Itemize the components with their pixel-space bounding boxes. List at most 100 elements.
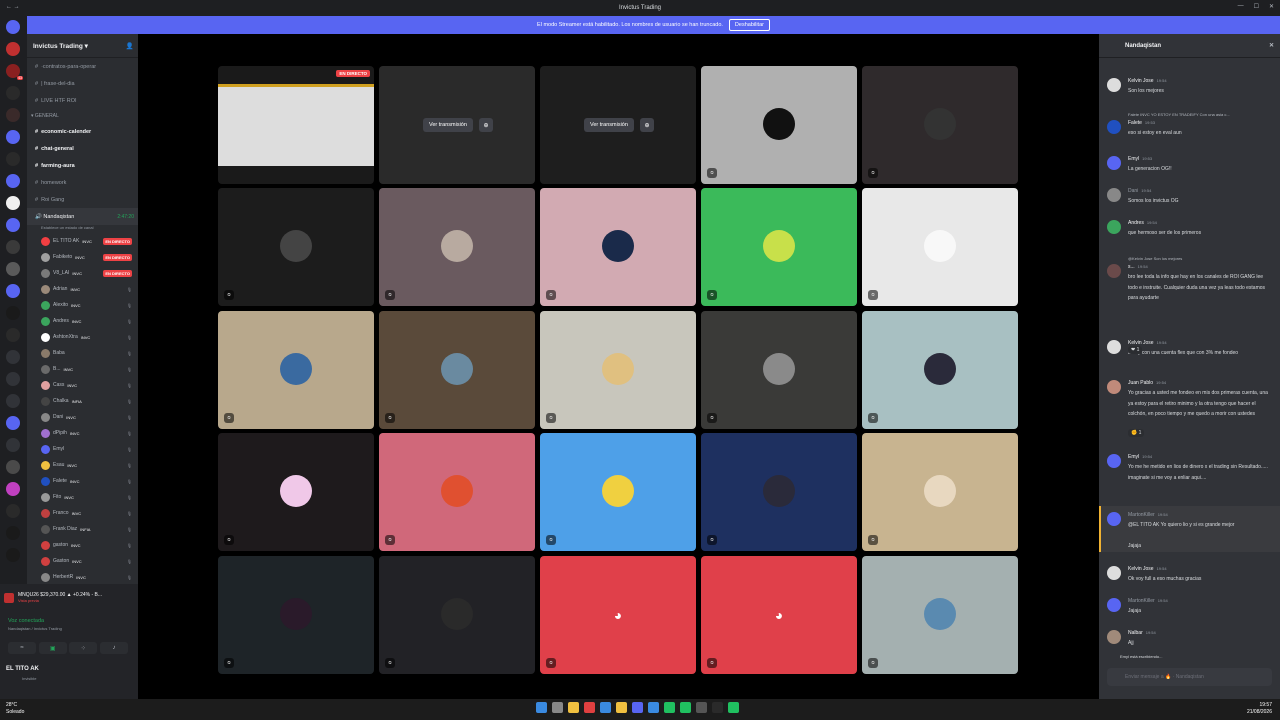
avatar[interactable] [1107, 188, 1121, 202]
message-author[interactable]: Emyl 19:54 [1128, 454, 1152, 460]
current-user-name[interactable]: EL TITO AK [6, 666, 39, 672]
reaction-heart[interactable]: ❤ 1 [1128, 346, 1143, 354]
message-author[interactable]: Nalbar 19:54 [1128, 630, 1156, 636]
server-icon[interactable] [6, 86, 20, 100]
message-author[interactable]: Juan Pablo 19:54 [1128, 380, 1166, 386]
screen-share-preview[interactable] [218, 84, 374, 166]
participant-tile[interactable]: EN DIRECTO [218, 66, 374, 184]
category-header[interactable]: ▾ GENERAL [27, 109, 138, 123]
reaction-fist[interactable]: ✊ 1 [1128, 429, 1145, 437]
voice-member[interactable]: Cass INVC 🎙 [27, 377, 138, 393]
server-icon[interactable] [6, 504, 20, 518]
discord-icon[interactable] [632, 702, 643, 713]
voice-member[interactable]: gaston INVC 🎙 [27, 537, 138, 553]
app-icon[interactable] [696, 702, 707, 713]
weather-widget[interactable]: 28°C Soleado [6, 702, 24, 716]
server-icon[interactable] [6, 548, 20, 562]
channel-item[interactable]: # Roi Gang [27, 191, 138, 208]
activities-icon[interactable]: ⁘ [69, 642, 98, 654]
voice-member[interactable]: Adrian INVC 🎙 [27, 281, 138, 297]
voice-member[interactable]: EL TITO AK INVC EN DIRECTO [27, 233, 138, 249]
participant-tile[interactable]: ⦸ [862, 188, 1018, 306]
voice-member[interactable]: B... INVC 🎙 [27, 361, 138, 377]
watch-stream-button[interactable]: Ver transmisión [584, 118, 634, 132]
participant-tile[interactable]: ⦸ [379, 433, 535, 551]
server-icon[interactable] [6, 284, 20, 298]
message-author[interactable]: s... 19:54 [1128, 264, 1148, 270]
participant-tile[interactable]: Ver transmisión ⊕ [540, 66, 696, 184]
camera-icon[interactable]: ▣ [38, 642, 67, 654]
participant-tile[interactable]: ⦸ [862, 556, 1018, 674]
avatar[interactable] [1107, 598, 1121, 612]
voice-channel[interactable]: 🔊 Nandaqistan 2:47:20 [27, 208, 138, 225]
watch-stream-button[interactable]: Ver transmisión [423, 118, 473, 132]
app-icon[interactable] [600, 702, 611, 713]
reply-preview[interactable]: @Kelvin Jose Son los mejores [1128, 256, 1182, 261]
voice-member[interactable]: Andres INVC 🎙 [27, 313, 138, 329]
channel-item[interactable]: # | frase-del-dia [27, 75, 138, 92]
avatar[interactable] [1107, 264, 1121, 278]
server-icon[interactable] [6, 438, 20, 452]
server-icon[interactable] [6, 350, 20, 364]
server-icon[interactable] [6, 108, 20, 122]
participant-tile[interactable]: ⦸ [540, 188, 696, 306]
message-author[interactable]: Emyl 19:53 [1128, 156, 1152, 162]
app-icon[interactable] [728, 702, 739, 713]
channel-item[interactable]: # farming-aura [27, 157, 138, 174]
activity-ticker[interactable]: MNQU26 $29,370.00 ▲ +0.24% - B... Vista … [4, 588, 134, 608]
participant-tile[interactable]: ◕ ⦸ [540, 556, 696, 674]
participant-tile[interactable]: ⦸ [540, 433, 696, 551]
channel-status[interactable]: Establece un estado de canal [27, 225, 138, 233]
participant-tile[interactable]: ⦸ [379, 311, 535, 429]
avatar[interactable] [1107, 120, 1121, 134]
avatar[interactable] [1107, 454, 1121, 468]
voice-member[interactable]: Alexito INVC 🎙 [27, 297, 138, 313]
participant-tile[interactable]: ⦸ [701, 66, 857, 184]
avatar[interactable] [1107, 220, 1121, 234]
close-chat-icon[interactable]: ✕ [1269, 42, 1274, 49]
system-clock[interactable]: 19:57 21/08/2026 [1247, 702, 1272, 716]
server-icon[interactable] [6, 152, 20, 166]
server-icon[interactable] [6, 526, 20, 540]
app-icon[interactable] [664, 702, 675, 713]
server-icon[interactable] [6, 482, 20, 496]
start-icon[interactable] [536, 702, 547, 713]
message-author[interactable]: Kelvin Jose 19:54 [1128, 78, 1167, 84]
message-author[interactable]: Dani 19:54 [1128, 188, 1151, 194]
participant-tile[interactable]: ⦸ [379, 556, 535, 674]
soundboard-icon[interactable]: ♪ [99, 642, 128, 654]
participant-tile[interactable]: ⦸ [218, 311, 374, 429]
participant-tile[interactable]: ⦸ [701, 311, 857, 429]
channel-item[interactable]: # LIVE HTF ROI [27, 92, 138, 109]
close-icon[interactable]: ✕ [1269, 3, 1274, 10]
message-author[interactable]: MartonKiller 19:54 [1128, 598, 1168, 604]
channel-item[interactable]: # ·contratos-para-operar [27, 58, 138, 75]
app-icon[interactable] [712, 702, 723, 713]
participant-tile[interactable]: ⦸ [218, 556, 374, 674]
guild-header[interactable]: Invictus Trading ▾ 👤 [27, 34, 138, 58]
participant-tile[interactable]: ⦸ [701, 188, 857, 306]
message-author[interactable]: MartonKiller 19:54 [1128, 512, 1168, 518]
participant-tile[interactable]: ⦸ [540, 311, 696, 429]
channel-item[interactable]: # economic-calender [27, 123, 138, 140]
server-icon[interactable] [6, 394, 20, 408]
server-icon[interactable] [6, 328, 20, 342]
voice-member[interactable]: Falete INVC 🎙 [27, 473, 138, 489]
server-icon[interactable] [6, 130, 20, 144]
participant-tile[interactable]: Ver transmisión ⊕ [379, 66, 535, 184]
back-icon[interactable]: ← → [6, 4, 20, 10]
avatar[interactable] [1107, 512, 1121, 526]
channel-item[interactable]: # homework [27, 174, 138, 191]
zoom-icon[interactable]: ⊕ [479, 118, 493, 132]
message-author[interactable]: Andres 19:54 [1128, 220, 1157, 226]
voice-member[interactable]: Emyl 🎙 [27, 441, 138, 457]
disable-streamer-button[interactable]: Deshabilitar [728, 19, 770, 31]
avatar[interactable] [1107, 380, 1121, 394]
search-icon[interactable] [552, 702, 563, 713]
server-icon[interactable] [6, 174, 20, 188]
server-icon[interactable] [6, 218, 20, 232]
voice-member[interactable]: AshtonXtra INVC 🎙 [27, 329, 138, 345]
avatar[interactable] [1107, 156, 1121, 170]
voice-member[interactable]: dPipih INVC 🎙 [27, 425, 138, 441]
participant-tile[interactable]: ⦸ [701, 433, 857, 551]
